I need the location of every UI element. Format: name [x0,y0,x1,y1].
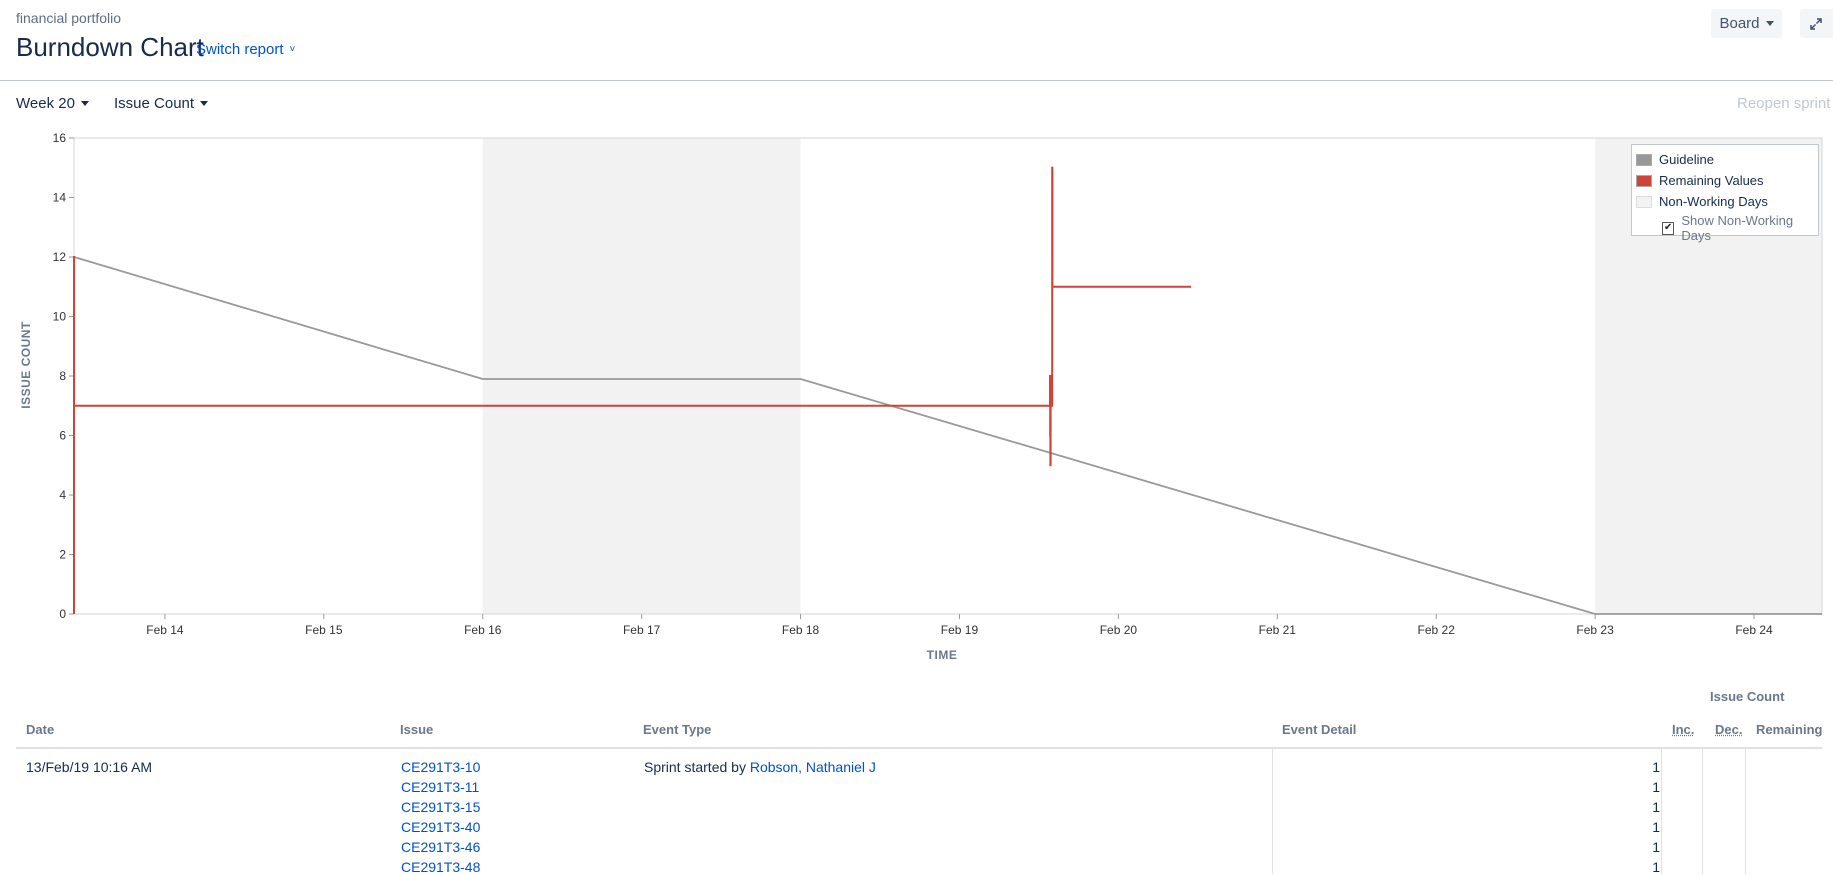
burndown-chart: 0 2 4 6 8 10 12 14 16 Feb 14 Feb 15 Feb 16 Feb 17 Fe… [0,125,1833,670]
issue-link[interactable]: CE291T3-11 [401,779,479,795]
switch-report-link[interactable]: Switch report ˅ [196,41,295,58]
legend-label: Non-Working Days [1659,194,1768,209]
x-tick-label: Feb 20 [1100,623,1138,637]
inc-value: 1 [1640,839,1660,855]
legend-label: Remaining Values [1659,173,1764,188]
expand-icon [1810,18,1822,30]
show-non-working-days-label: Show Non-Working Days [1681,213,1818,243]
x-axis-title: TIME [927,648,958,662]
column-header-issue: Issue [400,722,433,737]
inc-value: 1 [1640,859,1660,875]
guideline-swatch [1636,154,1652,166]
column-header-event-type: Event Type [643,722,711,737]
caret-down-icon [200,101,208,106]
column-divider [1272,749,1273,874]
y-tick-label: 6 [59,429,66,443]
column-divider [1745,749,1746,874]
legend-label: Guideline [1659,152,1714,167]
caret-down-icon [81,101,89,106]
y-tick-label: 0 [59,607,66,621]
row-date: 13/Feb/19 10:16 AM [26,759,152,775]
column-divider [1702,749,1703,874]
board-button[interactable]: Board [1711,9,1782,38]
issue-link[interactable]: CE291T3-15 [401,799,480,815]
y-tick-label: 12 [53,250,67,264]
inc-value: 1 [1640,799,1660,815]
user-link[interactable]: Robson, Nathaniel J [750,759,876,775]
x-tick-label: Feb 15 [305,623,343,637]
inc-value: 1 [1640,759,1660,775]
x-tick-label: Feb 24 [1735,623,1773,637]
column-divider [1661,749,1662,874]
inc-value: 1 [1640,819,1660,835]
non-working-band [483,138,801,614]
expand-button[interactable] [1800,9,1833,38]
page-title: Burndown Chart [16,32,204,63]
y-tick-label: 8 [59,369,66,383]
issue-count-group-header: Issue Count [1710,689,1784,704]
remaining-swatch [1636,175,1652,187]
estimation-dropdown-label: Issue Count [114,95,194,112]
legend-item-remaining: Remaining Values [1636,173,1764,188]
sprint-dropdown[interactable]: Week 20 [16,95,89,112]
switch-report-label: Switch report [196,41,284,58]
column-header-event-detail: Event Detail [1282,722,1356,737]
x-tick-label: Feb 21 [1259,623,1297,637]
chart-legend: Guideline Remaining Values Non-Working D… [1631,144,1819,236]
estimation-dropdown[interactable]: Issue Count [114,95,208,112]
show-non-working-days-toggle[interactable]: ✔ Show Non-Working Days [1662,213,1818,243]
legend-item-non-working: Non-Working Days [1636,194,1768,209]
guideline-series [74,257,1822,614]
column-header-inc: Inc. [1672,722,1694,737]
column-header-remaining: Remaining [1756,722,1822,737]
legend-item-guideline: Guideline [1636,152,1714,167]
caret-down-icon [1766,21,1774,26]
issue-link[interactable]: CE291T3-48 [401,859,480,875]
x-tick-label: Feb 16 [464,623,502,637]
issue-link[interactable]: CE291T3-46 [401,839,480,855]
non-working-swatch [1636,196,1652,208]
issue-link[interactable]: CE291T3-10 [401,759,480,775]
y-tick-label: 2 [59,548,66,562]
x-tick-label: Feb 23 [1576,623,1614,637]
y-tick-label: 4 [59,488,66,502]
inc-value: 1 [1640,779,1660,795]
column-header-date: Date [26,722,54,737]
event-type-cell: Sprint started by Robson, Nathaniel J [644,759,876,775]
checkbox-checked-icon[interactable]: ✔ [1662,222,1674,235]
header-divider [0,80,1833,81]
reopen-sprint-button: Reopen sprint [1737,95,1830,112]
y-axis-title: ISSUE COUNT [19,321,33,409]
chevron-down-icon: ˅ [290,44,296,55]
x-tick-label: Feb 18 [782,623,820,637]
issue-link[interactable]: CE291T3-40 [401,819,480,835]
sprint-dropdown-label: Week 20 [16,95,75,112]
x-tick-label: Feb 22 [1418,623,1456,637]
board-button-label: Board [1719,15,1759,32]
x-tick-label: Feb 19 [941,623,979,637]
y-tick-label: 16 [53,131,67,145]
y-tick-label: 14 [53,191,67,205]
project-name: financial portfolio [16,10,121,26]
column-header-dec: Dec. [1715,722,1742,737]
table-header-divider [16,747,1822,749]
y-tick-label: 10 [53,310,67,324]
x-tick-label: Feb 14 [146,623,184,637]
plot-frame [74,138,1822,614]
x-tick-label: Feb 17 [623,623,661,637]
event-type-text: Sprint started by [644,759,746,775]
